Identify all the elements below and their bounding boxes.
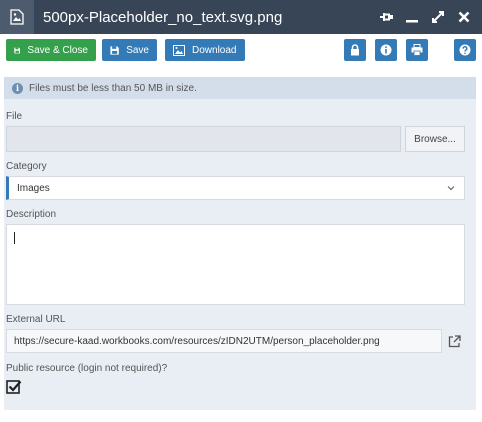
save-and-close-button[interactable]: Save & Close bbox=[6, 39, 96, 61]
save-label: Save bbox=[126, 44, 149, 56]
print-button[interactable] bbox=[406, 39, 428, 61]
lock-button[interactable] bbox=[344, 39, 366, 61]
image-icon bbox=[173, 44, 185, 56]
description-textarea[interactable] bbox=[6, 224, 465, 305]
info-icon: i bbox=[12, 82, 23, 94]
save-button[interactable]: Save bbox=[102, 39, 157, 61]
external-url-field[interactable]: https://secure-kaad.workbooks.com/resour… bbox=[6, 329, 442, 353]
help-button[interactable] bbox=[454, 39, 476, 61]
description-label: Description bbox=[6, 209, 57, 220]
print-icon bbox=[411, 44, 423, 56]
maximize-icon[interactable] bbox=[428, 7, 448, 27]
category-value: Images bbox=[17, 182, 50, 194]
external-url-label: External URL bbox=[6, 314, 66, 325]
save-and-close-label: Save & Close bbox=[27, 44, 88, 56]
download-button[interactable]: Download bbox=[165, 39, 245, 61]
category-select[interactable]: Images bbox=[6, 176, 465, 200]
window-titlebar: 500px-Placeholder_no_text.svg.png bbox=[0, 0, 482, 34]
checkbox-checked-icon bbox=[6, 380, 22, 394]
public-resource-checkbox[interactable] bbox=[6, 379, 22, 395]
save-icon bbox=[110, 45, 119, 55]
public-resource-label: Public resource (login not required)? bbox=[6, 363, 168, 374]
chevron-down-icon bbox=[447, 186, 455, 191]
minimize-icon[interactable] bbox=[402, 7, 422, 27]
form-panel: i Files must be less than 50 MB in size.… bbox=[4, 77, 476, 410]
window-title: 500px-Placeholder_no_text.svg.png bbox=[43, 8, 283, 26]
info-icon bbox=[380, 44, 392, 56]
text-caret bbox=[14, 232, 15, 244]
toolbar: Save & Close Save Download bbox=[0, 34, 482, 68]
file-input[interactable] bbox=[6, 126, 401, 152]
category-label: Category bbox=[6, 161, 47, 172]
save-icon bbox=[14, 47, 21, 53]
pin-icon[interactable] bbox=[376, 7, 396, 27]
download-label: Download bbox=[192, 44, 237, 56]
info-message: Files must be less than 50 MB in size. bbox=[29, 82, 197, 94]
file-label: File bbox=[6, 111, 23, 122]
browse-button[interactable]: Browse... bbox=[405, 126, 465, 152]
close-icon[interactable] bbox=[454, 7, 474, 27]
image-file-icon bbox=[0, 0, 34, 34]
info-banner: i Files must be less than 50 MB in size. bbox=[4, 77, 476, 99]
external-link-icon[interactable] bbox=[444, 331, 464, 351]
lock-icon bbox=[351, 44, 359, 56]
help-icon bbox=[459, 44, 471, 56]
info-button[interactable] bbox=[375, 39, 397, 61]
